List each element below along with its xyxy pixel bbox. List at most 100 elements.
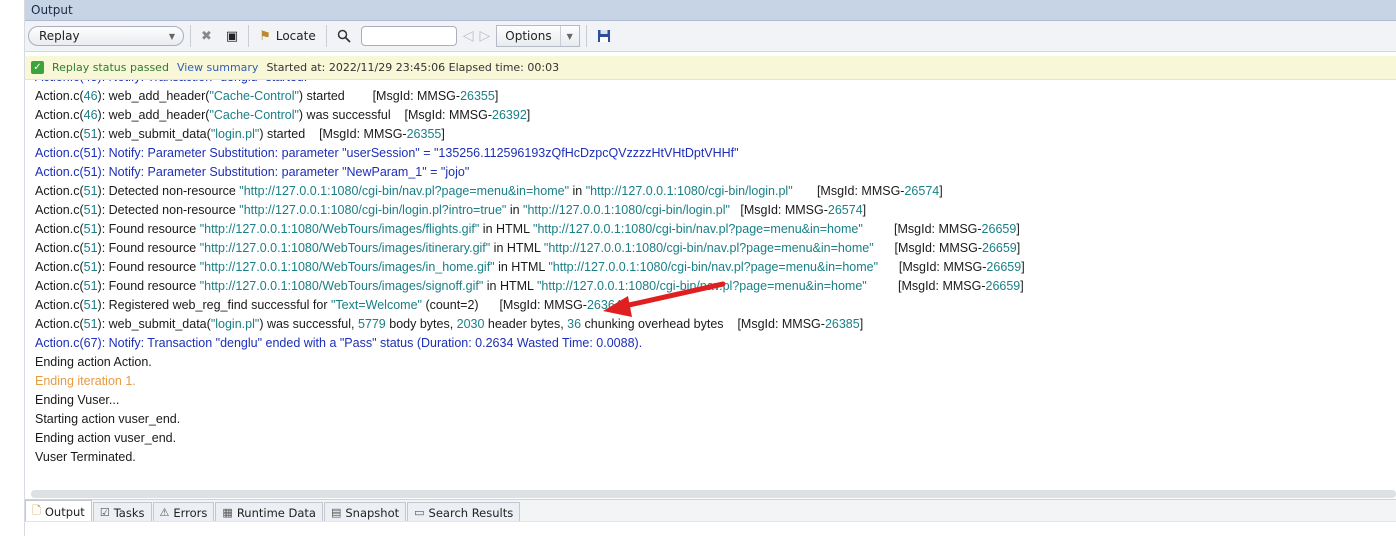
log-segment: 51: [83, 298, 98, 312]
log-line: Action.c(51): Detected non-resource "htt…: [35, 182, 943, 201]
replay-started-info: Started at: 2022/11/29 23:45:06 Elapsed …: [266, 61, 560, 74]
log-segment: in HTML: [479, 222, 534, 236]
options-button[interactable]: Options ▼: [496, 25, 580, 47]
log-segment: ]: [862, 203, 867, 217]
log-segment: "login.pl": [210, 127, 260, 141]
snapshot-icon: ▤: [330, 506, 342, 519]
tab-tasks[interactable]: ☑ Tasks: [92, 502, 152, 522]
tasks-icon: ☑: [99, 506, 110, 519]
log-segment: [MsgId: MMSG-: [404, 108, 493, 122]
log-line: Action.c(51): web_submit_data("login.pl"…: [35, 315, 863, 334]
log-segment: Ending Vuser...: [35, 393, 120, 407]
log-segment: Action.c(51): Notify: Parameter Substitu…: [35, 165, 470, 179]
log-segment: ) was successful: [298, 108, 391, 122]
search-button[interactable]: [333, 25, 355, 47]
tab-search-results[interactable]: ▭ Search Results: [407, 502, 521, 522]
find-next-icon[interactable]: ▷: [480, 28, 491, 44]
log-segment: ]: [441, 127, 445, 141]
log-segment: [MsgId: MMSG-: [737, 317, 825, 331]
log-segment: 51: [83, 317, 98, 331]
log-segment: ]: [939, 184, 943, 198]
log-segment: [MsgId: MMSG-: [499, 298, 587, 312]
log-segment: 51: [83, 127, 98, 141]
log-segment: 26385: [824, 317, 860, 331]
log-segment: ): Registered web_reg_find successful fo…: [97, 298, 331, 312]
log-segment: 51: [83, 279, 98, 293]
search-icon: [337, 29, 351, 43]
log-segment: 26574: [904, 184, 940, 198]
log-segment: Action.c(: [35, 279, 84, 293]
scrollbar-thumb[interactable]: [31, 490, 1396, 498]
view-summary-link[interactable]: View summary: [177, 61, 259, 74]
tab-output[interactable]: 🗋 Output: [25, 500, 92, 522]
log-line: Action.c(51): Detected non-resource "htt…: [35, 201, 866, 220]
save-button[interactable]: [593, 25, 615, 47]
output-type-combo[interactable]: Replay ▼: [28, 26, 184, 46]
tab-label: Errors: [173, 505, 208, 520]
log-segment: ]: [1016, 241, 1021, 255]
locate-label: Locate: [275, 29, 316, 43]
log-segment: 51: [83, 222, 98, 236]
log-segment: [MsgId: MMSG-: [898, 260, 987, 274]
log-segment: in HTML: [483, 279, 537, 293]
log-segment: "http://127.0.0.1:1080/WebTours/images/f…: [199, 222, 480, 236]
log-segment: "login.pl": [210, 317, 260, 331]
log-segment: ]: [621, 298, 626, 312]
log-segment: Ending iteration 1.: [35, 374, 136, 388]
log-segment: body bytes,: [385, 317, 457, 331]
log-segment: Action.c(: [35, 241, 84, 255]
log-segment: Action.c(45): Notify: Transaction "dengl…: [35, 80, 307, 84]
log-segment: ) was successful,: [259, 317, 358, 331]
log-segment: "http://127.0.0.1:1080/cgi-bin/nav.pl?pa…: [239, 184, 570, 198]
log-segment: Ending action Action.: [35, 355, 152, 369]
log-spacer: [724, 315, 738, 334]
chevron-down-icon[interactable]: ▼: [559, 26, 579, 46]
chevron-down-icon: ▼: [168, 31, 175, 41]
log-line: Action.c(46): web_add_header("Cache-Cont…: [35, 106, 530, 125]
output-log[interactable]: Action.c(45): Notify: Transaction "dengl…: [25, 80, 1396, 490]
log-segment: in HTML: [494, 260, 549, 274]
locate-button[interactable]: ⚑ Locate: [255, 25, 320, 47]
tab-errors[interactable]: ⚠ Errors: [152, 502, 215, 522]
log-line: Action.c(51): Found resource "http://127…: [35, 239, 1020, 258]
log-segment: "Cache-Control": [209, 108, 299, 122]
log-segment: 5779: [357, 317, 386, 331]
toolbar-separator: [585, 25, 587, 47]
toolbar-separator: [325, 25, 327, 47]
filter-button[interactable]: ▣: [222, 25, 242, 47]
log-segment: in: [569, 184, 586, 198]
search-input[interactable]: [360, 26, 457, 46]
log-segment: ): Detected non-resource: [97, 203, 240, 217]
find-previous-icon[interactable]: ◁: [463, 28, 474, 44]
log-line: Action.c(67): Notify: Transaction "dengl…: [35, 334, 642, 353]
replay-status-text: Replay status passed: [52, 61, 169, 74]
clear-button[interactable]: ✖: [197, 25, 216, 47]
log-spacer: [479, 296, 500, 315]
log-segment: Action.c(67): Notify: Transaction "dengl…: [35, 336, 643, 350]
log-segment: "http://127.0.0.1:1080/cgi-bin/login.pl": [585, 184, 793, 198]
left-edge: [0, 0, 25, 536]
log-segment: ): Found resource: [97, 260, 200, 274]
tab-snapshot[interactable]: ▤ Snapshot: [323, 502, 407, 522]
log-spacer: [793, 182, 817, 201]
log-segment: ): Found resource: [97, 241, 200, 255]
log-segment: "Text=Welcome": [331, 298, 422, 312]
log-segment: 26659: [986, 260, 1022, 274]
horizontal-scrollbar[interactable]: [31, 490, 1396, 498]
check-icon: ✓: [31, 61, 44, 74]
log-segment: in HTML: [490, 241, 544, 255]
bottom-tab-bar: 🗋 Output ☑ Tasks ⚠ Errors ▦ Runtime Data ▤ Snapsh…: [25, 499, 1396, 522]
log-segment: 26659: [985, 279, 1021, 293]
log-spacer: [874, 239, 895, 258]
log-spacer: [878, 258, 899, 277]
output-panel: Output Replay ▼ ✖ ▣ ⚑ Locate ◁ ▷ Options…: [25, 0, 1396, 537]
log-segment: [MsgId: MMSG-: [894, 222, 982, 236]
log-segment: Action.c(51): Notify: Parameter Substitu…: [35, 146, 739, 160]
log-line: Action.c(51): Notify: Parameter Substitu…: [35, 144, 739, 163]
tab-runtime-data[interactable]: ▦ Runtime Data: [215, 502, 323, 522]
log-segment: Action.c(: [35, 317, 84, 331]
log-spacer: [305, 125, 319, 144]
log-segment: 2030: [456, 317, 485, 331]
log-segment: ]: [1021, 260, 1025, 274]
log-segment: ): Found resource: [97, 279, 200, 293]
